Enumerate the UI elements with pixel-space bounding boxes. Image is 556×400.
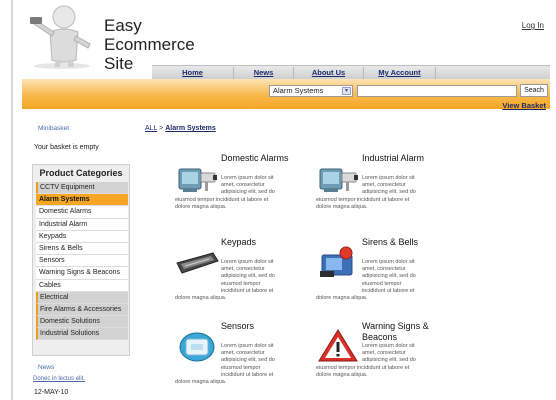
product-desc-line: amet, consectetur xyxy=(221,182,265,189)
product-desc-line: amet, consectetur xyxy=(221,350,265,357)
product-desc-line: adipisicing elit, sed do xyxy=(362,357,416,364)
product-desc-line: incididunt ut labore et xyxy=(362,287,415,294)
view-basket-link[interactable]: View Basket xyxy=(502,101,546,110)
product-desc-line: eiusmod tempor xyxy=(221,280,261,287)
product-desc-line: dolore magna aliqua. xyxy=(175,203,227,210)
category-item[interactable]: Electrical xyxy=(36,291,128,304)
product-title[interactable]: Sirens & Bells xyxy=(362,237,446,248)
nav-news[interactable]: News xyxy=(234,67,294,79)
product-desc-line: eiusmod tempor xyxy=(221,364,261,371)
product-card[interactable]: Domestic Alarms Lorem ipsum dolor sit amet… xyxy=(175,153,305,223)
sensor-icon[interactable] xyxy=(175,327,219,363)
product-desc-line: Lorem ipsum dolor sit xyxy=(362,175,415,181)
category-item[interactable]: Sirens & Bells xyxy=(36,242,128,256)
breadcrumb-root[interactable]: ALL xyxy=(145,125,157,132)
minibasket-label[interactable]: Minibasket xyxy=(38,125,69,132)
product-desc-line: Lorem ipsum dolor sit xyxy=(221,343,274,349)
category-item[interactable]: Keypads xyxy=(36,230,128,243)
search-input[interactable] xyxy=(357,85,517,97)
product-desc-line: eiusmod tempor xyxy=(362,280,402,287)
breadcrumb: ALL > Alarm Systems xyxy=(145,125,216,132)
product-desc-line: adipisicing elit, sed do xyxy=(221,189,275,196)
product-desc-line: adipisicing elit, sed do xyxy=(362,273,416,280)
nav-about-us[interactable]: About Us xyxy=(294,67,364,79)
product-desc-line: dolore magna aliqua. xyxy=(316,295,368,301)
product-desc-line: amet, consectetur xyxy=(221,266,265,273)
category-select[interactable]: Alarm Systems ▼ xyxy=(269,85,353,97)
siren-icon[interactable] xyxy=(316,243,360,279)
cctv-camera-icon[interactable] xyxy=(175,159,219,195)
categories-title: Product Categories xyxy=(39,168,123,178)
login-link[interactable]: Log In xyxy=(522,21,544,30)
product-card[interactable]: Sirens & Bells Lorem ipsum dolor sit amet,… xyxy=(316,237,446,307)
product-desc-line: adipisicing elit, sed do xyxy=(221,357,275,364)
product-desc-line: eiusmod tempor incididunt ut labore et xyxy=(175,196,269,203)
product-card[interactable]: Warning Signs & Beacons Lorem ipsum dolor… xyxy=(316,321,446,391)
chevron-down-icon: ▼ xyxy=(342,87,351,95)
logo-line: Ecommerce xyxy=(104,35,195,54)
logo-figure-icon xyxy=(30,5,91,69)
product-desc-line: Lorem ipsum dolor sit xyxy=(221,175,274,181)
breadcrumb-current[interactable]: Alarm Systems xyxy=(165,125,216,132)
product-title[interactable]: Domestic Alarms xyxy=(221,153,305,164)
keyboard-icon[interactable] xyxy=(175,243,219,279)
product-card[interactable]: Industrial Alarm Lorem ipsum dolor sit ame… xyxy=(316,153,446,223)
search-button[interactable]: Seach xyxy=(520,84,548,97)
product-desc-line: Lorem ipsum dolor sit xyxy=(362,343,415,349)
product-title[interactable]: Warning Signs & Beacons xyxy=(362,321,446,343)
product-desc-line: incididunt ut labore et xyxy=(221,371,274,378)
product-desc-line: dolore magna aliqua. xyxy=(175,379,227,385)
product-desc-line: dolore magna aliqua. xyxy=(316,371,368,378)
category-item[interactable]: Cables xyxy=(36,279,128,292)
category-select-value: Alarm Systems xyxy=(273,86,324,95)
category-item[interactable]: Alarm Systems xyxy=(36,194,128,207)
product-card[interactable]: Keypads Lorem ipsum dolor sit amet, consec… xyxy=(175,237,305,307)
product-title[interactable]: Sensors xyxy=(221,321,305,332)
product-desc-line: dolore magna aliqua. xyxy=(175,295,227,301)
product-desc-line: incididunt ut labore et xyxy=(221,287,274,294)
product-title[interactable]: Keypads xyxy=(221,237,305,248)
category-list: CCTV Equipment Alarm Systems Domestic Alar… xyxy=(36,182,128,341)
basket-status: Your basket is empty xyxy=(34,144,99,151)
nav-my-account[interactable]: My Account xyxy=(364,67,436,79)
category-item[interactable]: Industrial Alarm xyxy=(36,218,128,231)
product-desc-line: Lorem ipsum dolor sit xyxy=(362,259,415,265)
product-desc-line: adipisicing elit, sed do xyxy=(221,273,275,280)
product-card[interactable]: Sensors Lorem ipsum dolor sit amet, consec… xyxy=(175,321,305,391)
category-item[interactable]: Warning Signs & Beacons xyxy=(36,267,128,280)
cctv-camera-icon[interactable] xyxy=(316,159,360,195)
logo-line: Easy xyxy=(104,16,142,35)
product-desc-line: adipisicing elit, sed do xyxy=(362,189,416,196)
breadcrumb-separator: > xyxy=(159,125,164,132)
product-categories-panel: Product Categories CCTV Equipment Alarm S… xyxy=(32,164,130,356)
category-item[interactable]: Industrial Solutions xyxy=(36,328,128,341)
product-desc-line: amet, consectetur xyxy=(362,182,406,189)
main-nav: Home News About Us My Account xyxy=(152,65,550,79)
category-item[interactable]: Domestic Solutions xyxy=(36,316,128,329)
warning-sign-icon[interactable] xyxy=(316,327,360,363)
category-item[interactable]: Sensors xyxy=(36,255,128,268)
product-desc-line: dolore magna aliqua. xyxy=(316,203,368,210)
product-desc-line: eiusmod tempor incididunt ut labore et xyxy=(316,364,410,371)
product-desc-line: amet, consectetur xyxy=(362,266,406,273)
nav-home[interactable]: Home xyxy=(152,67,234,79)
news-link[interactable]: Donec in lectus elit. xyxy=(33,376,85,382)
category-item[interactable]: Fire Alarms & Accessories xyxy=(36,303,128,317)
product-title[interactable]: Industrial Alarm xyxy=(362,153,446,164)
category-item[interactable]: Domestic Alarms xyxy=(36,206,128,219)
page-left-rule xyxy=(11,0,13,400)
product-desc-line: Lorem ipsum dolor sit xyxy=(221,259,274,265)
news-label[interactable]: News xyxy=(38,364,54,371)
category-item[interactable]: CCTV Equipment xyxy=(36,182,128,195)
news-date: 12-MAY-10 xyxy=(34,389,69,396)
product-desc-line: eiusmod tempor incididunt ut labore et xyxy=(316,196,410,203)
product-desc-line: amet, consectetur xyxy=(362,350,406,357)
